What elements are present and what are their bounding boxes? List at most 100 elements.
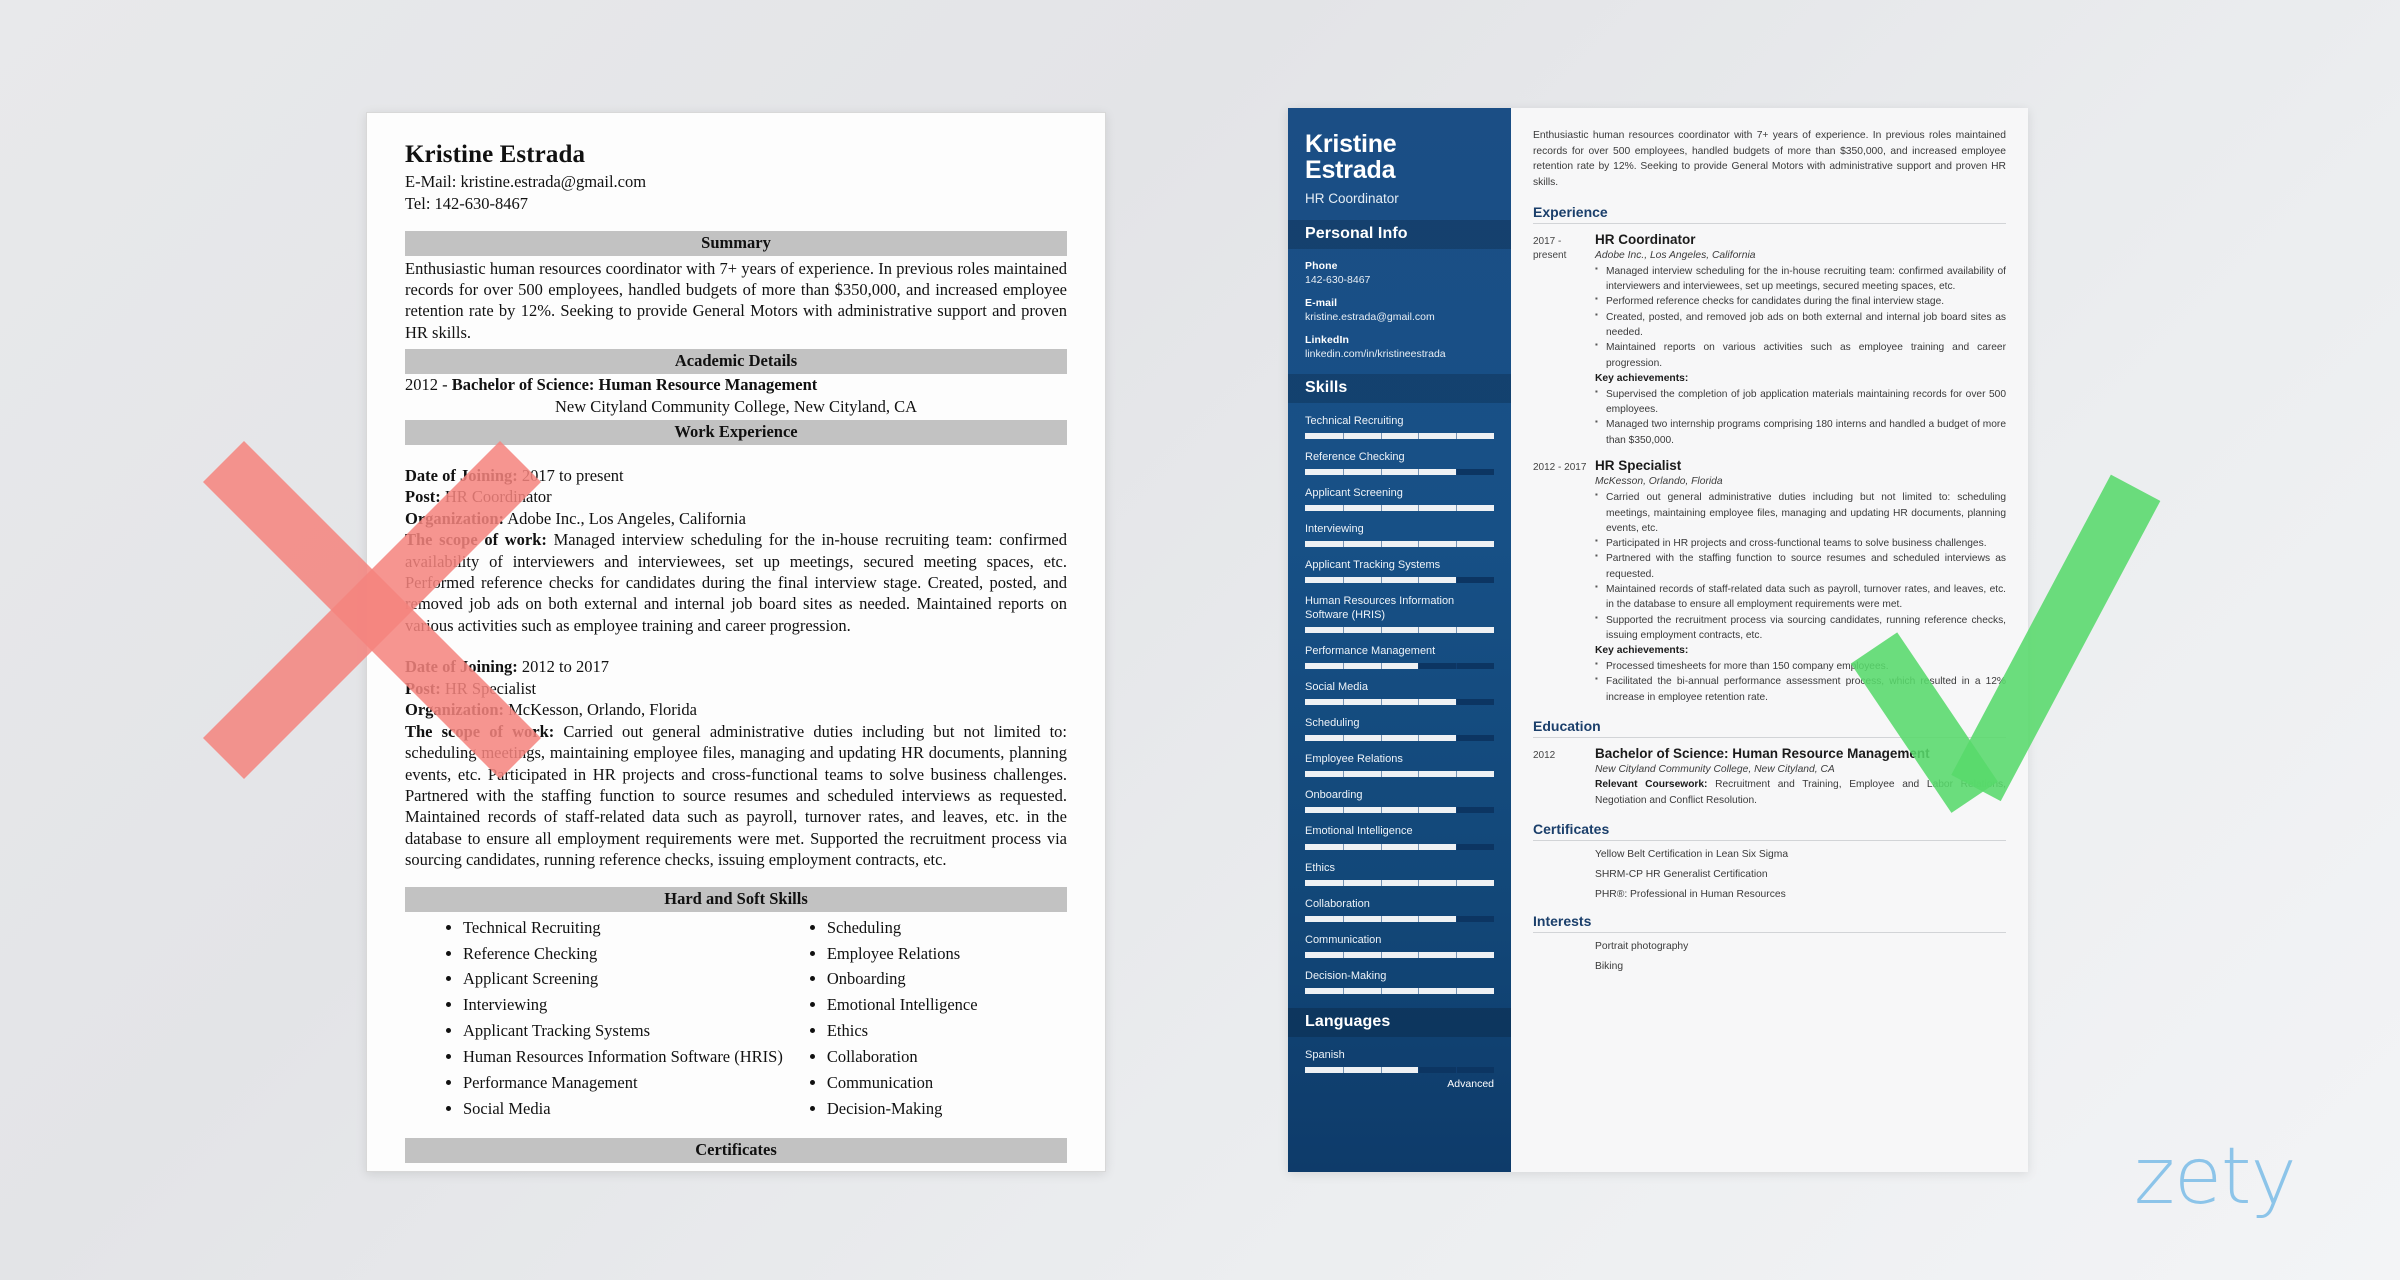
bad-job-1-scope-value: Carried out general administrative dutie…: [405, 721, 1068, 870]
good-education-org: New Cityland Community College, New City…: [1595, 764, 1835, 776]
good-skill-bar-tick: [1342, 540, 1344, 547]
bad-skill-item: Applicant Tracking Systems: [463, 1018, 783, 1044]
good-skill-bar: [1305, 468, 1494, 475]
bad-job-0-post: Post: HR Coordinator: [405, 486, 1067, 507]
bad-job-1-post: Post: HR Specialist: [405, 678, 1067, 699]
bad-education-degree: 2012 - Bachelor of Science: Human Resour…: [405, 374, 1067, 396]
good-interest-item: Portrait photography: [1595, 940, 1689, 952]
bad-job-0-post-label: Post:: [405, 487, 441, 507]
good-job-role: HR Coordinator: [1305, 190, 1399, 206]
good-skill-bar-tick: [1456, 540, 1458, 547]
good-bullet: Maintained reports on various activities…: [1595, 339, 2006, 371]
good-skill-bar-tick: [1456, 663, 1458, 670]
good-skill-bar-tick: [1456, 735, 1458, 742]
good-skill-bar-tick: [1456, 915, 1458, 922]
good-skill-bar-tick: [1342, 735, 1344, 742]
bad-phone: Tel: 142-630-8467: [405, 193, 529, 213]
bad-job-1-date-value: 2012 to 2017: [517, 657, 609, 677]
bad-section-academic: Academic Details: [405, 349, 1067, 375]
good-skill-bar-tick: [1456, 843, 1458, 850]
good-education-dates: 2012: [1533, 750, 1556, 762]
good-skill-bar-tick: [1342, 468, 1344, 475]
good-skill-bar-tick: [1380, 915, 1382, 922]
good-skill-name: Onboarding: [1305, 789, 1363, 802]
bad-skill-item: Ethics: [827, 1018, 978, 1044]
good-language-bar-tick: [1456, 1066, 1458, 1073]
good-experience-body: HR Specialist McKesson, Orlando, FloridaC…: [1595, 458, 2006, 705]
good-name-first: Kristine: [1305, 130, 1397, 158]
good-experience-entry: 2012 - 2017 HR Specialist McKesson, Orland…: [1533, 458, 2006, 705]
bad-section-skills: Hard and Soft Skills: [405, 886, 1067, 912]
bad-skill-item: Collaboration: [827, 1044, 978, 1070]
good-skill-bar-tick: [1342, 663, 1344, 670]
good-section-languages: Languages: [1288, 1007, 1511, 1037]
good-language-bar-tick: [1418, 1066, 1420, 1073]
good-contact-field-value: kristine.estrada@gmail.com: [1305, 310, 1435, 323]
bad-job-0-org: Organization: Adobe Inc., Los Angeles, C…: [405, 508, 1067, 529]
good-skill-item: Social Media: [1305, 680, 1494, 706]
good-skill-bar-fill: [1305, 771, 1494, 778]
good-skill-bar-tick: [1380, 735, 1382, 742]
good-contact-field: Phone 142-630-8467: [1305, 260, 1494, 286]
good-skill-bar-fill: [1305, 987, 1494, 994]
bad-education-degree-text: Bachelor of Science: Human Resource Mana…: [451, 375, 818, 395]
bad-summary-text: Enthusiastic human resources coordinator…: [405, 258, 1067, 342]
good-section-skills: Skills: [1288, 373, 1511, 403]
good-education-body: Bachelor of Science: Human Resource Mana…: [1595, 746, 2006, 808]
good-skill-bar: [1305, 771, 1494, 778]
good-skill-bar-tick: [1418, 771, 1420, 778]
good-contact-field-value: 142-630-8467: [1305, 273, 1371, 286]
bad-job-1-date-label: Date of Joining:: [405, 657, 518, 677]
good-heading-education: Education: [1533, 718, 2006, 739]
good-language-item: Spanish Advanced: [1305, 1048, 1494, 1090]
good-skill-name: Applicant Tracking Systems: [1305, 558, 1441, 571]
good-bullet: Supervised the completion of job applica…: [1595, 386, 2006, 418]
good-contact-field: E-mail kristine.estrada@gmail.com: [1305, 297, 1494, 323]
good-resume-main: Enthusiastic human resources coordinator…: [1511, 108, 2028, 1172]
good-skill-bar-fill: [1305, 879, 1494, 886]
good-skill-bar-fill: [1305, 540, 1494, 547]
good-skill-item: Human Resources Information Software (HR…: [1305, 594, 1494, 634]
bad-job-1-org-label: Organization:: [405, 700, 504, 720]
good-skill-bar-tick: [1342, 576, 1344, 583]
good-skill-name: Social Media: [1305, 681, 1368, 694]
good-skill-bar-tick: [1456, 771, 1458, 778]
good-section-personal-info: Personal Info: [1288, 219, 1511, 249]
bad-job-0-post-value: HR Coordinator: [440, 487, 552, 507]
good-experience-org: McKesson, Orlando, Florida: [1595, 476, 1723, 488]
bad-candidate-name: Kristine Estrada: [405, 141, 586, 168]
good-skill-bar: [1305, 663, 1494, 670]
good-skill-item: Employee Relations: [1305, 752, 1494, 778]
good-education-title: Bachelor of Science: Human Resource Mana…: [1595, 746, 1930, 762]
good-skill-bar: [1305, 843, 1494, 850]
good-experience-dates: 2012 - 2017: [1533, 462, 1587, 474]
bad-job-0-date-label: Date of Joining:: [405, 465, 518, 485]
good-skill-bar-tick: [1418, 663, 1420, 670]
good-skill-bar: [1305, 627, 1494, 634]
good-skill-bar: [1305, 699, 1494, 706]
good-skill-bar-tick: [1342, 807, 1344, 814]
good-skill-bar: [1305, 540, 1494, 547]
bad-job-1-post-value: HR Specialist: [440, 678, 537, 698]
bad-job-0-date: Date of Joining: 2017 to present: [405, 465, 1067, 486]
good-heading-experience: Experience: [1533, 204, 2006, 224]
good-skill-bar-tick: [1418, 504, 1420, 511]
bad-job-0: Date of Joining: 2017 to present Post: H…: [405, 465, 1067, 637]
good-skill-name: Ethics: [1305, 861, 1335, 874]
good-resume-page: Kristine Estrada HR Coordinator Personal…: [1288, 108, 2028, 1172]
good-heading-interests: Interests: [1533, 913, 2006, 933]
good-experience-dates: 2017 - present: [1533, 235, 1567, 261]
good-language-bar-tick: [1342, 1066, 1344, 1073]
good-summary-text: Enthusiastic human resources coordinator…: [1533, 130, 2006, 188]
good-certificate-item: Yellow Belt Certification in Lean Six Si…: [1595, 848, 1789, 860]
good-skill-bar-tick: [1456, 951, 1458, 958]
good-skill-bar-tick: [1456, 432, 1458, 439]
good-skill-name: Collaboration: [1305, 897, 1370, 910]
good-key-achievements-label: Key achievements:: [1595, 372, 1689, 384]
good-skill-bar-tick: [1418, 627, 1420, 634]
good-skill-item: Reference Checking: [1305, 450, 1494, 475]
good-contact-field-label: Phone: [1305, 259, 1338, 272]
good-bullet: Managed two internship programs comprisi…: [1595, 416, 2006, 448]
good-candidate-name: Kristine Estrada: [1305, 130, 1494, 184]
good-experience-org: Adobe Inc., Los Angeles, California: [1595, 249, 1756, 261]
